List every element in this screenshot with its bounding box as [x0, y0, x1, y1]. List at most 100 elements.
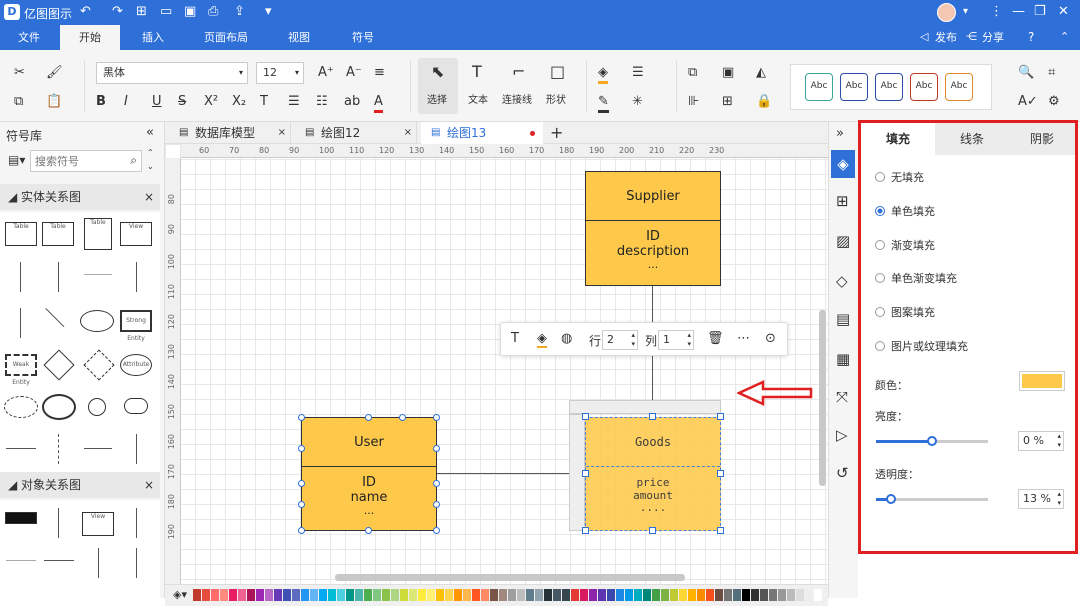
opacity-slider[interactable] [876, 494, 988, 504]
column-count-stepper[interactable]: 1 ▴ ▾ [658, 330, 694, 350]
font-family-select[interactable]: 黑体 ▾ [96, 62, 248, 84]
bold-icon[interactable]: B [96, 94, 106, 110]
line-color-icon[interactable]: ✎ [598, 94, 609, 113]
color-swatch[interactable] [256, 589, 264, 601]
color-swatch[interactable] [220, 589, 228, 601]
shape-connector-4[interactable] [136, 262, 137, 292]
fill-bucket-icon[interactable]: ◈▾ [173, 588, 187, 601]
resize-handle[interactable] [433, 501, 440, 508]
page-icon[interactable]: ▤ [836, 310, 850, 328]
color-swatch[interactable] [436, 589, 444, 601]
tab-home[interactable]: 开始 [60, 25, 120, 50]
align-objects-icon[interactable]: ⊪ [688, 94, 699, 110]
present-icon[interactable]: ▷ [836, 426, 848, 444]
connector-tool-button[interactable]: ⌐ 连接线 [500, 58, 540, 114]
shape-table-2[interactable]: Table [42, 222, 74, 246]
shape-object-line-1[interactable] [58, 508, 59, 538]
opacity-input[interactable]: 13 % ▴ ▾ [1018, 489, 1064, 509]
color-swatch[interactable] [481, 589, 489, 601]
shape-weak-rel[interactable] [83, 349, 115, 381]
avatar[interactable] [937, 3, 956, 22]
shape-strong-entity[interactable]: Strong Entity [120, 310, 152, 342]
strikethrough-icon[interactable]: S [178, 94, 186, 110]
effects-icon[interactable]: ✳ [632, 94, 643, 110]
tab-symbol[interactable]: 符号 [340, 25, 386, 50]
color-swatch[interactable] [733, 589, 741, 601]
font-shrink-icon[interactable]: A⁻ [346, 65, 362, 81]
option-no-fill[interactable]: 无填充 [875, 169, 924, 185]
resize-handle[interactable] [365, 527, 372, 534]
cut-icon[interactable]: ✂ [14, 65, 25, 81]
resize-handle[interactable] [649, 413, 656, 420]
section-er-diagram[interactable]: ◢ 实体关系图 × [0, 184, 160, 210]
image-icon[interactable]: ▨ [836, 232, 850, 250]
shape-object-line-2[interactable] [136, 508, 137, 538]
color-swatch[interactable] [616, 589, 624, 601]
search-icon[interactable]: ⌕ [130, 153, 137, 168]
color-swatch[interactable] [499, 589, 507, 601]
goods-table-header-bar[interactable] [569, 400, 721, 414]
bullets-icon[interactable]: ☷ [316, 94, 328, 110]
color-swatch[interactable] [769, 589, 777, 601]
palette-icon[interactable]: ◍ [561, 331, 572, 346]
color-swatch[interactable] [463, 589, 471, 601]
stepper-arrows-icon[interactable]: ▴ ▾ [1057, 490, 1061, 508]
color-swatch[interactable] [319, 589, 327, 601]
color-swatch[interactable] [400, 589, 408, 601]
subscript-icon[interactable]: X₂ [232, 94, 246, 110]
resize-handle[interactable] [582, 527, 589, 534]
save-icon[interactable]: ▣ [184, 4, 196, 19]
color-swatch[interactable] [490, 589, 498, 601]
option-single-gradient-fill[interactable]: 单色渐变填充 [875, 270, 957, 286]
color-swatch[interactable] [364, 589, 372, 601]
copy-icon[interactable]: ⧉ [14, 94, 23, 110]
shape-connector-5[interactable] [20, 308, 21, 338]
color-swatch[interactable] [508, 589, 516, 601]
shape-line-2[interactable] [58, 434, 59, 464]
color-swatch[interactable] [373, 589, 381, 601]
resize-handle[interactable] [433, 414, 440, 421]
color-swatch[interactable] [679, 589, 687, 601]
tab-page-layout[interactable]: 页面布局 [196, 25, 256, 50]
vertical-scrollbar[interactable] [819, 310, 826, 486]
shape-attribute[interactable]: Attribute [120, 354, 152, 376]
entity-user[interactable]: User ID name ... [301, 417, 437, 531]
history-icon[interactable]: ↺ [836, 464, 849, 482]
data-icon[interactable]: ▦ [836, 350, 850, 368]
color-swatch[interactable] [427, 589, 435, 601]
resize-handle[interactable] [649, 527, 656, 534]
layers-icon[interactable]: ◇ [836, 272, 848, 290]
shape-line-3[interactable] [84, 448, 112, 449]
color-swatch[interactable] [805, 589, 813, 601]
shape-weak-entity[interactable]: Weak Entity [5, 354, 37, 386]
publish-button[interactable]: 发布 [933, 25, 959, 50]
print-icon[interactable]: ⎙ [208, 4, 218, 19]
options-icon[interactable]: ⋮ [990, 4, 1003, 19]
brightness-slider[interactable] [876, 436, 988, 446]
option-pattern-fill[interactable]: 图案填充 [875, 304, 935, 320]
color-swatch[interactable] [409, 589, 417, 601]
color-swatch[interactable] [814, 589, 822, 601]
shape-strong-rel[interactable] [43, 349, 75, 381]
paste-icon[interactable]: 📋 [46, 94, 62, 110]
color-swatch[interactable] [706, 589, 714, 601]
row-count-stepper[interactable]: 2 ▴ ▾ [602, 330, 638, 350]
delete-icon[interactable]: 🗑 [707, 331, 724, 346]
color-swatch[interactable] [562, 589, 570, 601]
color-swatch[interactable] [670, 589, 678, 601]
color-swatch[interactable] [598, 589, 606, 601]
fit-icon[interactable]: ⤧ [836, 388, 848, 406]
close-tab-icon[interactable]: × [278, 122, 286, 144]
resize-handle[interactable] [582, 413, 589, 420]
slider-knob[interactable] [927, 436, 937, 446]
resize-handle[interactable] [298, 501, 305, 508]
color-swatch[interactable] [715, 589, 723, 601]
color-swatch[interactable] [652, 589, 660, 601]
close-tab-icon[interactable]: × [404, 122, 412, 144]
share-button[interactable]: 分享 [980, 25, 1006, 50]
shape-object-header[interactable] [5, 512, 37, 524]
close-section-icon[interactable]: × [144, 472, 154, 498]
connector-user-goods[interactable] [436, 473, 585, 474]
doc-tab-database-model[interactable]: ▤ 数据库模型 × [169, 122, 291, 144]
find-icon[interactable]: 🔍 [1018, 65, 1034, 81]
